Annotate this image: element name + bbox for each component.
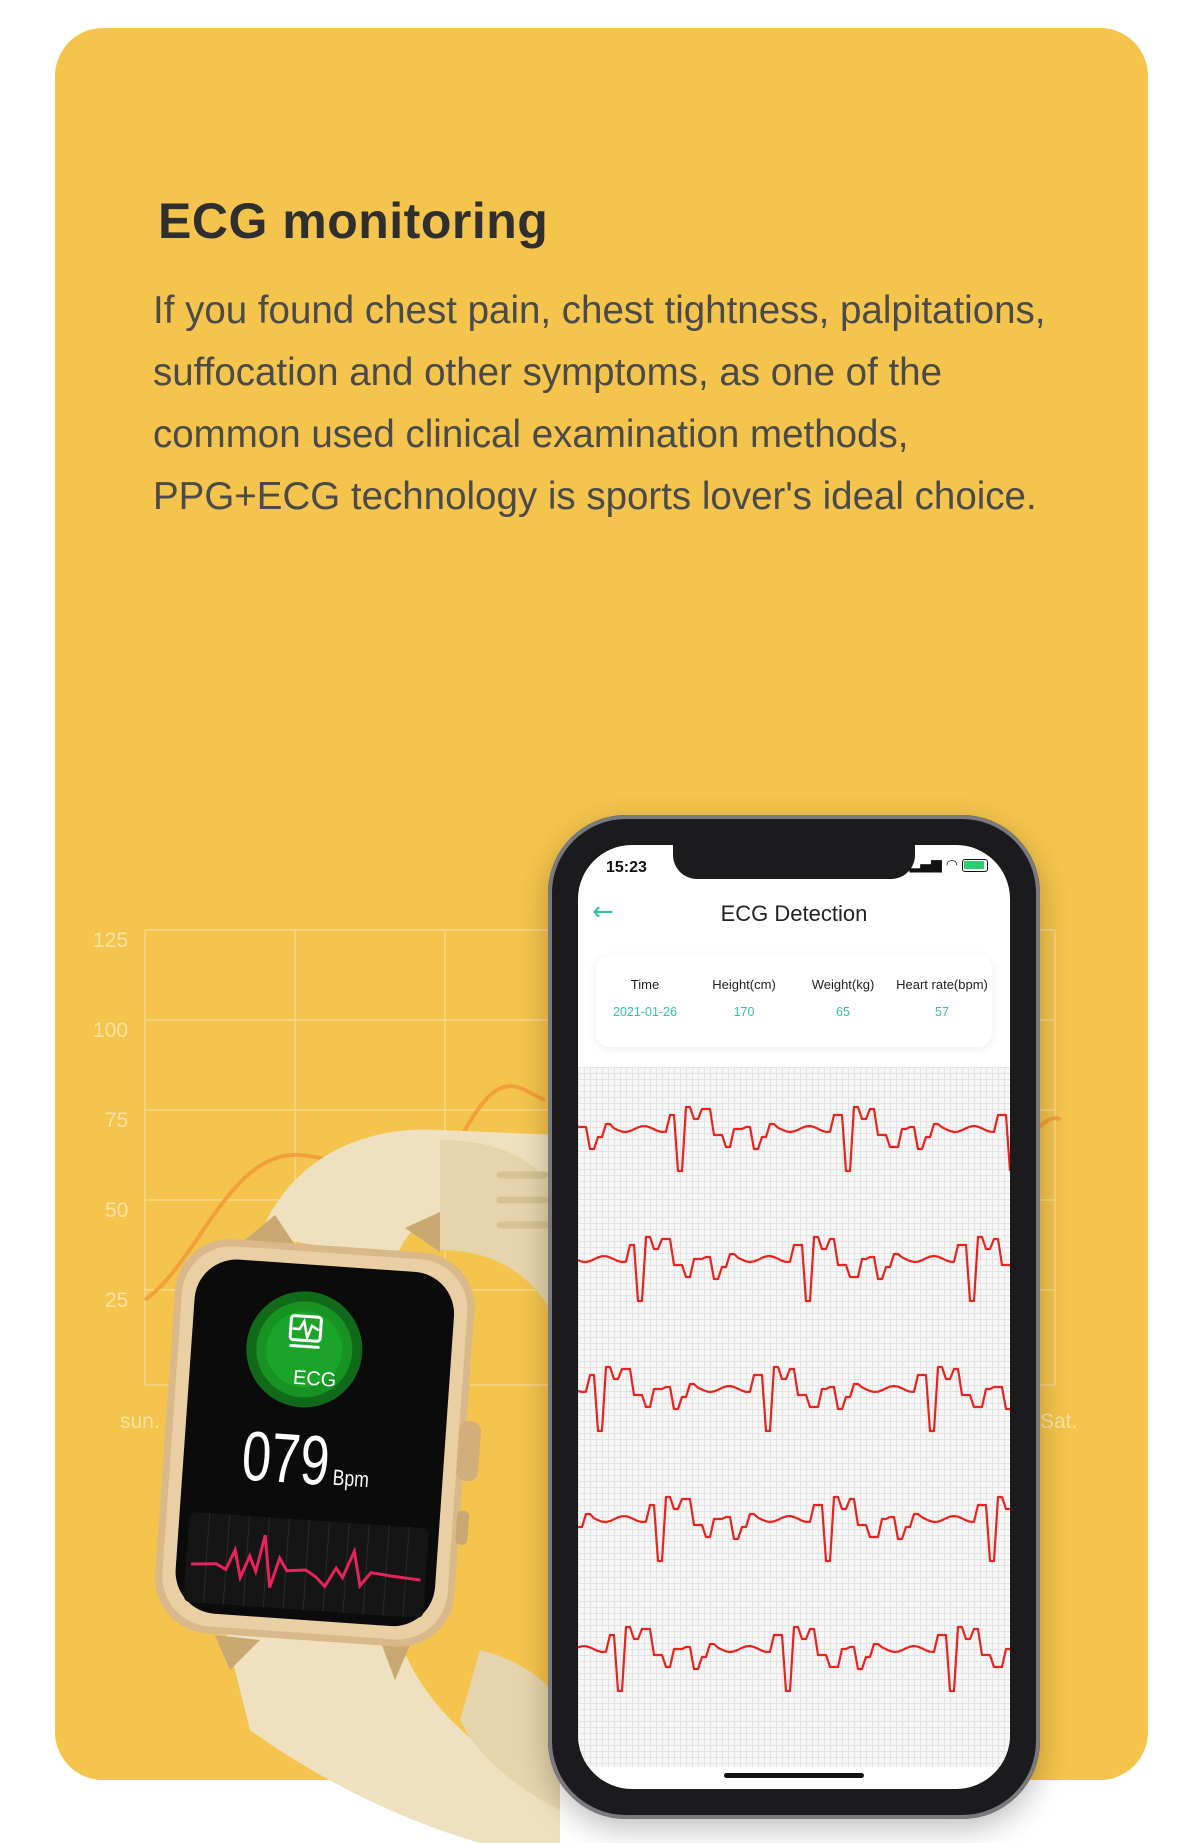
info-column-height: Height(cm) 170 (695, 977, 793, 1019)
ecg-trace (578, 1105, 1010, 1693)
description-line: suffocation and other symptoms, as one o… (153, 351, 943, 394)
ecg-trace-line (578, 1625, 1010, 1693)
info-column-heart-rate: Heart rate(bpm) 57 (893, 977, 991, 1019)
ecg-trace-line (578, 1235, 1010, 1303)
ecg-trace-line (578, 1495, 1010, 1563)
description-line: common used clinical examination methods… (153, 413, 909, 456)
watch-bpm-unit: Bpm (331, 1464, 370, 1493)
watch-bpm-value: 079 (239, 1416, 333, 1501)
description-line: PPG+ECG technology is sports lover's ide… (153, 475, 1037, 518)
screen-title: ECG Detection (720, 901, 868, 926)
watch-ecg-label: ECG (292, 1366, 337, 1392)
watch-screen: ECG 079 Bpm (173, 1262, 447, 1629)
phone-screen: 15:23 ▂▄▆ ◠ ← ECG Detection Time 2021-01… (578, 845, 1010, 1789)
column-value: 170 (733, 1005, 755, 1019)
description-line: If you found chest pain, chest tightness… (153, 289, 1046, 332)
signal-icon: ▂▄▆ (909, 857, 942, 873)
column-label: Time (630, 977, 660, 992)
battery-icon (962, 858, 988, 872)
column-label: Heart rate(bpm) (896, 977, 988, 992)
phone-notch (673, 845, 915, 879)
measurement-summary-card: Time 2021-01-26 Height(cm) 170 Weight(kg… (596, 955, 992, 1047)
status-bar-time: 15:23 (606, 859, 647, 876)
wifi-icon: ◠ (945, 857, 958, 873)
section-description: If you found chest pain, chest tightness… (153, 280, 1093, 528)
info-column-weight: Weight(kg) 65 (794, 977, 892, 1019)
column-value: 57 (935, 1005, 949, 1019)
section-heading: ECG monitoring (158, 193, 549, 249)
ecg-trace-line (578, 1365, 1010, 1433)
smartphone: 15:23 ▂▄▆ ◠ ← ECG Detection Time 2021-01… (548, 815, 1040, 1819)
column-label: Weight(kg) (811, 977, 875, 992)
info-column-time: Time 2021-01-26 (596, 977, 694, 1019)
column-value: 2021-01-26 (613, 1005, 677, 1019)
ecg-trace-line (578, 1105, 1010, 1173)
home-indicator (724, 1773, 864, 1778)
ecg-graph-area (578, 1067, 1010, 1767)
status-bar-icons: ▂▄▆ ◠ (909, 857, 988, 873)
column-value: 65 (836, 1005, 850, 1019)
column-label: Height(cm) (712, 977, 776, 992)
